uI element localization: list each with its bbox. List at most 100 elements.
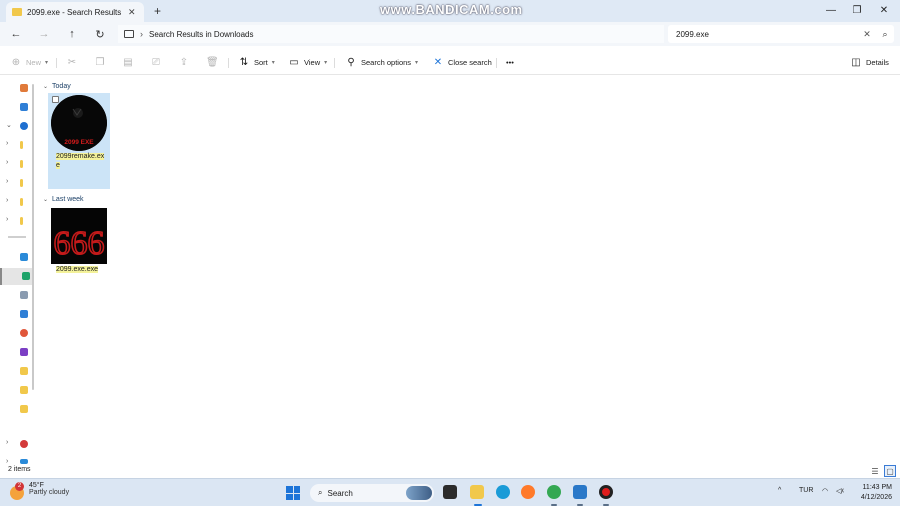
cloud-icon [20,122,28,130]
nav-desktop[interactable] [0,250,32,265]
folder-icon [20,179,23,187]
rename-button[interactable]: ⎚ [150,55,162,70]
nav-onedrive[interactable]: ⌄ [0,119,32,134]
share-button[interactable]: ⇪ [178,55,190,70]
delete-button[interactable]: 🗑 [206,55,219,70]
firefox-icon[interactable] [521,485,535,499]
clock-date: 4/12/2026 [860,494,892,501]
nav-music[interactable] [0,326,32,341]
language-indicator[interactable]: TUR [799,487,813,494]
more-icon: ••• [506,58,514,67]
scissors-icon: ✂ [67,57,77,68]
nav-folder-5[interactable]: › [0,214,32,229]
new-tab-button[interactable]: + [154,4,161,18]
divider [8,236,26,238]
nav-folder-1[interactable]: › [0,138,32,153]
desktop-icon [20,253,28,261]
view-button[interactable]: ▭ View ▾ [288,55,327,70]
nav-app-folder[interactable]: › [0,437,32,452]
tray-overflow-button[interactable]: ^ [778,487,781,494]
details-view-button[interactable]: ☰ [869,465,881,477]
taskbar-search[interactable]: ⌕ Search [310,484,434,502]
task-view-icon[interactable] [443,485,457,499]
file-item[interactable]: 666 2099.exe.exe [48,206,110,276]
nav-scrollbar[interactable] [32,84,34,390]
nav-videos[interactable] [0,345,32,360]
minimize-button[interactable]: — [819,2,843,18]
group-label: Today [52,82,71,90]
weather-icon: 2 [10,482,24,500]
temperature: 45°F [29,482,44,489]
chevron-right-icon: › [6,140,9,147]
copy-button[interactable]: ❐ [94,55,106,70]
more-options-button[interactable]: ••• [506,55,514,70]
nav-this-pc[interactable]: › [0,456,32,465]
wifi-icon[interactable]: ◠ [822,487,828,495]
edge-icon[interactable] [496,485,510,499]
sort-button[interactable]: ⇅ Sort ▾ [238,55,275,70]
search-input[interactable]: 2099.exe [676,30,858,39]
clock[interactable]: 11:43 PM 4/12/2026 [852,483,892,503]
nav-pinned-folder-3[interactable] [0,402,32,417]
home-icon [20,84,28,92]
group-header-last-week[interactable]: ⌄ Last week [43,193,84,205]
search-icon: ⌕ [318,488,323,497]
refresh-button[interactable]: ↻ [92,26,108,42]
paste-button[interactable]: ▤ [122,55,134,70]
file-item[interactable]: 2099 EXE 2099remake.exe [48,93,110,189]
chevron-right-icon: › [6,216,9,223]
nav-folder-4[interactable]: › [0,195,32,210]
new-button[interactable]: ⊕ New ▾ [10,55,48,70]
nav-pictures[interactable] [0,307,32,322]
taskbar-search-label: Search [327,488,353,498]
nav-folder-2[interactable]: › [0,157,32,172]
chrome-icon[interactable] [547,485,561,499]
weather-widget[interactable]: 2 45°F Partly cloudy [10,482,69,500]
select-checkbox[interactable] [52,96,59,103]
close-search-button[interactable]: ✕ Close search [432,55,492,70]
group-header-today[interactable]: ⌄ Today [43,80,71,92]
chevron-down-icon: ▾ [324,60,328,66]
search-options-button[interactable]: ⚲ Search options ▾ [345,55,418,70]
nav-downloads[interactable] [0,268,32,285]
volume-icon[interactable]: ◁ᵡ [836,487,844,495]
forward-button[interactable]: → [36,26,52,42]
search-icon[interactable]: ⌕ [876,29,894,40]
chevron-down-icon: ▾ [415,60,419,66]
nav-pinned-folder-2[interactable] [0,383,32,398]
maximize-button[interactable]: ❐ [845,2,869,18]
details-button[interactable]: ◫ Details [850,55,889,70]
tiles-view-button[interactable]: ▢ [884,465,896,477]
start-button[interactable] [286,486,300,500]
chevron-down-icon: ⌄ [43,196,49,203]
breadcrumb[interactable]: Search Results in Downloads [149,30,254,39]
chevron-right-icon: › [140,29,143,39]
nav-gallery[interactable] [0,100,32,115]
explorer-tab[interactable]: 2099.exe - Search Results in D ✕ [6,2,144,22]
search-box[interactable]: 2099.exe ✕ ⌕ [668,25,894,43]
close-window-button[interactable]: ✕ [872,2,896,18]
nav-pinned-folder-1[interactable] [0,364,32,379]
clear-search-icon[interactable]: ✕ [858,29,876,40]
chevron-down-icon: ▾ [45,60,49,66]
divider [496,58,497,68]
cut-button[interactable]: ✂ [66,55,78,70]
address-bar[interactable]: › Search Results in Downloads [118,25,664,43]
bandicam-icon[interactable] [599,485,613,499]
photos-icon[interactable] [573,485,587,499]
chevron-down-icon: ⌄ [6,122,12,129]
up-button[interactable]: ↑ [64,26,80,42]
divider [334,58,335,68]
nav-folder-3[interactable]: › [0,176,32,191]
nav-documents[interactable] [0,288,32,303]
videos-icon [20,348,28,356]
tab-close-button[interactable]: ✕ [128,7,136,18]
sort-label: Sort [254,58,268,67]
folder-icon [20,217,23,225]
thumbnail-art: 666 [51,208,107,264]
command-bar: ⊕ New ▾ ✂ ❐ ▤ ⎚ ⇪ 🗑 ⇅ Sort ▾ ▭ View ▾ ⚲ … [0,50,900,75]
file-explorer-icon[interactable] [470,485,484,499]
back-button[interactable]: ← [8,26,24,42]
view-icon: ▭ [289,57,299,68]
nav-home[interactable] [0,81,32,96]
